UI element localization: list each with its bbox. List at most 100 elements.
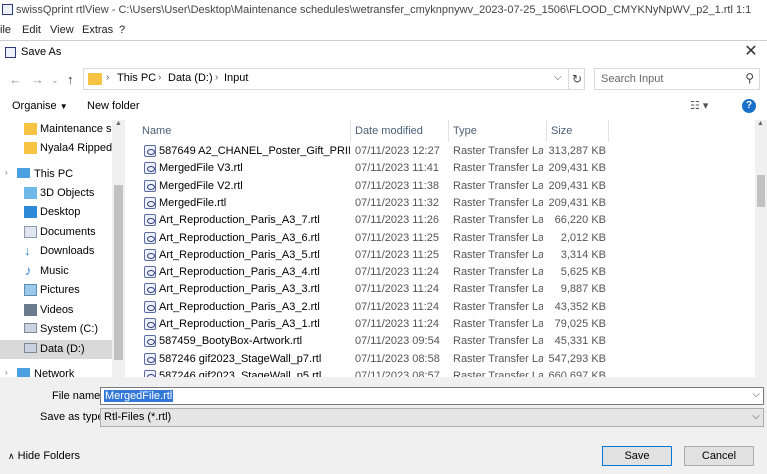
close-icon[interactable]: ✕ xyxy=(741,43,761,63)
file-list-scroll-thumb[interactable] xyxy=(757,175,765,207)
nav-item-system-c[interactable]: System (C:) xyxy=(0,320,112,339)
column-divider[interactable] xyxy=(608,120,609,142)
nav-scrollbar[interactable]: ▲ xyxy=(112,120,125,377)
search-icon[interactable]: ⚲ xyxy=(745,71,754,85)
rtl-file-icon xyxy=(144,318,156,330)
menu-view[interactable]: View xyxy=(50,24,74,36)
column-header-date[interactable]: Date modified xyxy=(355,125,423,137)
nav-item-music[interactable]: ♪ Music xyxy=(0,262,112,281)
file-name-cell: 587649 A2_CHANEL_Poster_Gift_PRINTRE... xyxy=(159,145,350,157)
table-row[interactable]: MergedFile.rtl 07/11/2023 11:32 Raster Tra… xyxy=(130,195,755,212)
refresh-icon[interactable]: ↻ xyxy=(568,69,585,89)
search-input[interactable] xyxy=(601,70,741,88)
nav-item-nyala4[interactable]: Nyala4 Ripped fi xyxy=(0,139,112,158)
column-divider[interactable] xyxy=(546,120,547,142)
breadcrumb-input[interactable]: Input xyxy=(224,72,248,84)
breadcrumb-separator-icon[interactable]: › xyxy=(215,72,218,83)
date-modified-cell: 07/11/2023 08:57 xyxy=(355,369,440,377)
hide-folders-button[interactable]: ∧ Hide Folders xyxy=(8,450,80,462)
nav-item-label: 3D Objects xyxy=(40,187,95,199)
file-name-cell: MergedFile V2.rtl xyxy=(159,179,243,192)
table-row[interactable]: MergedFile V3.rtl 07/11/2023 11:41 Raster … xyxy=(130,160,755,177)
nav-item-maintenance[interactable]: Maintenance sch xyxy=(0,120,112,139)
file-size-cell: 313,287 KB xyxy=(548,145,607,157)
nav-item-network[interactable]: › Network xyxy=(0,365,112,377)
table-row[interactable]: MergedFile V2.rtl 07/11/2023 11:38 Raster … xyxy=(130,178,755,195)
column-headers: Name Date modified ⌃ Type Size xyxy=(130,120,755,142)
file-name-value[interactable]: MergedFile.rtl xyxy=(104,390,174,402)
nav-item-data-d[interactable]: Data (D:) xyxy=(0,340,112,359)
chevron-down-icon[interactable]: ⌵ xyxy=(752,389,760,400)
table-row[interactable]: Art_Reproduction_Paris_A3_6.rtl 07/11/202… xyxy=(130,230,755,247)
breadcrumb-separator-icon[interactable]: › xyxy=(158,72,161,83)
scroll-up-icon[interactable]: ▲ xyxy=(757,120,764,127)
up-arrow-icon[interactable]: ↑ xyxy=(67,72,74,87)
date-modified-cell: 07/11/2023 11:24 xyxy=(355,318,440,330)
chevron-down-icon[interactable]: ⌵ xyxy=(752,411,760,422)
date-modified-cell: 07/11/2023 11:25 xyxy=(355,248,440,261)
column-header-type[interactable]: Type xyxy=(453,125,477,137)
file-name-cell: 587246 gif2023_StageWall_p7.rtl xyxy=(159,352,322,365)
rtl-file-icon xyxy=(144,266,156,279)
dialog-title: Save As xyxy=(21,46,62,58)
nav-item-downloads[interactable]: ↓ Downloads xyxy=(0,242,112,261)
organise-button[interactable]: Organise ▼ xyxy=(12,100,68,112)
file-name-label: File name: xyxy=(52,390,104,402)
menu-help[interactable]: ? xyxy=(119,24,125,36)
column-header-name[interactable]: Name xyxy=(142,125,171,137)
view-options-icon[interactable]: ☷ ▾ xyxy=(690,99,708,112)
save-type-select[interactable]: Rtl-Files (*.rtl) ⌵ xyxy=(100,408,764,427)
nav-item-3d-objects[interactable]: 3D Objects xyxy=(0,184,112,203)
file-list-scrollbar[interactable]: ▲ xyxy=(755,120,767,377)
scroll-up-icon[interactable]: ▲ xyxy=(115,120,122,127)
expand-chevron-icon[interactable]: › xyxy=(5,368,8,377)
nav-scroll-thumb[interactable] xyxy=(114,185,123,360)
table-row[interactable]: 587246 gif2023_StageWall_p5.rtl 07/11/202… xyxy=(130,368,755,377)
recent-locations-chevron-icon[interactable]: ⌄ xyxy=(51,75,59,86)
table-row[interactable]: Art_Reproduction_Paris_A3_1.rtl 07/11/202… xyxy=(130,316,755,333)
menu-extras[interactable]: Extras xyxy=(82,24,113,36)
network-icon xyxy=(17,368,30,377)
table-row[interactable]: 587649 A2_CHANEL_Poster_Gift_PRINTRE... 0… xyxy=(130,143,755,160)
expand-chevron-icon[interactable]: › xyxy=(5,168,8,177)
nav-item-label: Videos xyxy=(40,304,74,316)
address-dropdown-chevron-icon[interactable]: ⌵ xyxy=(554,72,562,83)
navigation-pane: Maintenance sch Nyala4 Ripped fi › This … xyxy=(0,120,126,377)
table-row[interactable]: Art_Reproduction_Paris_A3_5.rtl 07/11/202… xyxy=(130,247,755,264)
breadcrumb-separator-icon[interactable]: › xyxy=(106,72,109,83)
chevron-up-icon: ∧ xyxy=(8,451,15,461)
menu-edit[interactable]: Edit xyxy=(22,24,41,36)
table-row[interactable]: Art_Reproduction_Paris_A3_4.rtl 07/11/202… xyxy=(130,264,755,281)
back-arrow-icon[interactable]: ← xyxy=(9,72,22,87)
file-name-cell: Art_Reproduction_Paris_A3_3.rtl xyxy=(159,283,320,296)
table-row[interactable]: 587246 gif2023_StageWall_p7.rtl 07/11/202… xyxy=(130,351,755,368)
computer-icon xyxy=(17,168,30,178)
file-type-cell: Raster Transfer La... xyxy=(453,162,543,175)
nav-item-pictures[interactable]: Pictures xyxy=(0,281,112,300)
nav-item-desktop[interactable]: Desktop xyxy=(0,203,112,222)
column-header-size[interactable]: Size xyxy=(551,125,572,137)
desktop-icon xyxy=(24,206,37,218)
nav-item-videos[interactable]: Videos xyxy=(0,301,112,320)
nav-item-this-pc[interactable]: › This PC xyxy=(0,165,112,184)
table-row[interactable]: 587459_BootyBox-Artwork.rtl 07/11/2023 09… xyxy=(130,333,755,350)
date-modified-cell: 07/11/2023 11:24 xyxy=(355,283,440,296)
date-modified-cell: 07/11/2023 11:32 xyxy=(355,196,440,209)
address-bar[interactable]: › This PC › Data (D:) › Input ⌵ ↻ xyxy=(83,68,585,90)
new-folder-button[interactable]: New folder xyxy=(87,100,140,112)
table-row[interactable]: Art_Reproduction_Paris_A3_3.rtl 07/11/202… xyxy=(130,281,755,298)
breadcrumb-data-d[interactable]: Data (D:) xyxy=(168,72,213,84)
breadcrumb-this-pc[interactable]: This PC xyxy=(117,72,156,84)
table-row[interactable]: Art_Reproduction_Paris_A3_2.rtl 07/11/202… xyxy=(130,299,755,316)
column-divider[interactable] xyxy=(350,120,351,142)
save-button[interactable]: Save xyxy=(602,446,672,466)
menu-file[interactable]: ile xyxy=(0,24,11,36)
column-divider[interactable] xyxy=(448,120,449,142)
forward-arrow-icon[interactable]: → xyxy=(31,72,44,87)
cancel-button[interactable]: Cancel xyxy=(684,446,754,466)
table-row[interactable]: Art_Reproduction_Paris_A3_7.rtl 07/11/202… xyxy=(130,212,755,229)
help-icon[interactable]: ? xyxy=(742,99,756,113)
nav-item-documents[interactable]: Documents xyxy=(0,223,112,242)
file-name-field[interactable]: MergedFile.rtl ⌵ xyxy=(100,387,764,405)
folder-icon xyxy=(88,73,102,85)
